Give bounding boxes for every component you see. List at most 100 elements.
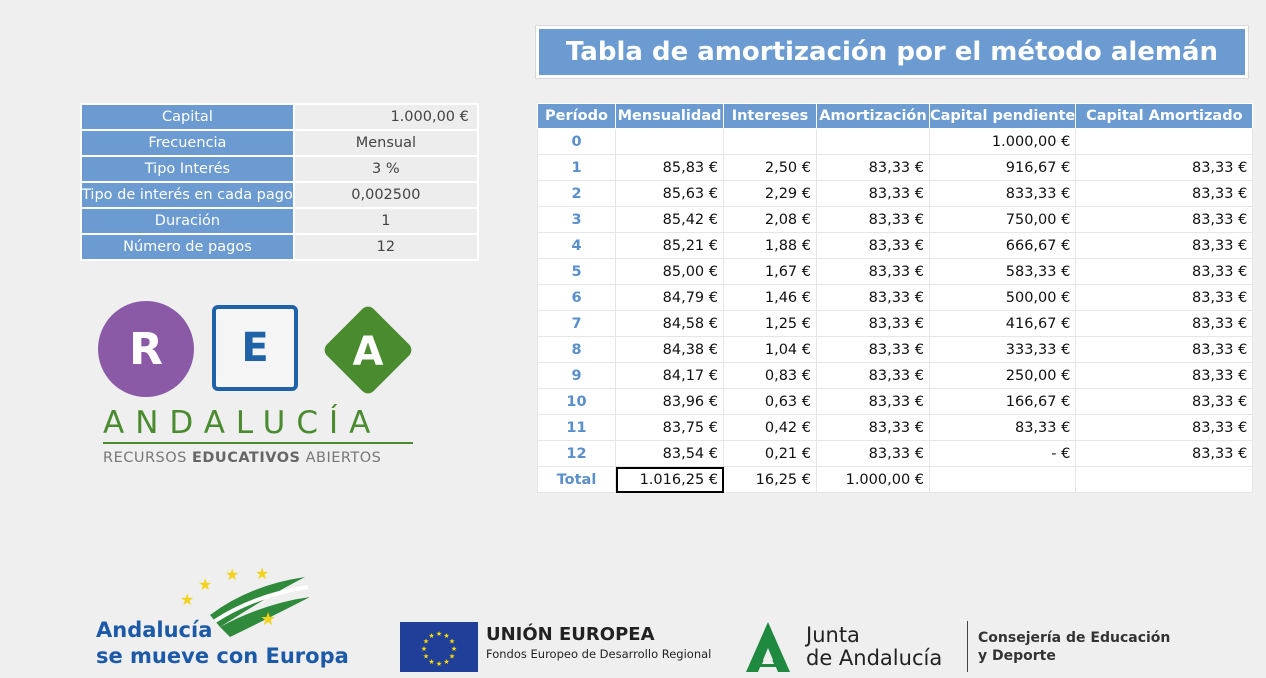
period-cell[interactable]: 2 <box>537 180 616 207</box>
table-cell[interactable]: 1,25 € <box>723 310 817 337</box>
table-cell[interactable]: 1,67 € <box>723 258 817 285</box>
table-cell[interactable]: 83,33 € <box>1075 284 1254 311</box>
table-cell[interactable]: 85,00 € <box>615 258 724 285</box>
table-cell[interactable]: 83,33 € <box>1075 310 1254 337</box>
table-cell[interactable]: 250,00 € <box>928 362 1077 389</box>
table-cell[interactable]: 916,67 € <box>928 154 1077 181</box>
total-cell[interactable] <box>928 466 1077 493</box>
table-cell[interactable]: 83,33 € <box>1075 440 1254 467</box>
table-cell[interactable]: - € <box>928 440 1077 467</box>
period-cell[interactable]: 11 <box>537 414 616 441</box>
table-cell[interactable]: 1.000,00 € <box>928 128 1077 155</box>
period-cell[interactable]: 1 <box>537 154 616 181</box>
table-cell[interactable]: 666,67 € <box>928 232 1077 259</box>
table-cell[interactable]: 83,33 € <box>816 258 930 285</box>
table-cell[interactable]: 83,33 € <box>1075 336 1254 363</box>
table-cell[interactable]: 83,96 € <box>615 388 724 415</box>
param-value[interactable]: 0,002500 <box>292 181 479 209</box>
table-cell[interactable]: 1,46 € <box>723 284 817 311</box>
period-cell[interactable]: 8 <box>537 336 616 363</box>
total-cell[interactable]: 16,25 € <box>723 466 817 493</box>
table-cell[interactable]: 2,50 € <box>723 154 817 181</box>
table-cell[interactable] <box>816 128 930 155</box>
param-value[interactable]: Mensual <box>292 129 479 157</box>
column-header[interactable]: Amortización <box>816 103 930 129</box>
table-cell[interactable]: 83,33 € <box>1075 414 1254 441</box>
table-cell[interactable]: 333,33 € <box>928 336 1077 363</box>
period-cell[interactable]: 3 <box>537 206 616 233</box>
period-cell[interactable]: 6 <box>537 284 616 311</box>
table-cell[interactable]: 83,33 € <box>816 232 930 259</box>
column-header[interactable]: Intereses <box>723 103 817 129</box>
table-cell[interactable]: 83,33 € <box>816 440 930 467</box>
table-cell[interactable]: 83,33 € <box>1075 258 1254 285</box>
table-cell[interactable] <box>1075 128 1254 155</box>
table-cell[interactable]: 83,33 € <box>816 284 930 311</box>
param-value[interactable]: 1.000,00 € <box>292 103 479 131</box>
total-cell[interactable]: 1.016,25 € <box>615 466 724 493</box>
table-cell[interactable]: 84,79 € <box>615 284 724 311</box>
table-cell[interactable]: 83,33 € <box>1075 362 1254 389</box>
table-cell[interactable]: 83,33 € <box>816 310 930 337</box>
table-cell[interactable]: 85,63 € <box>615 180 724 207</box>
table-cell[interactable]: 0,63 € <box>723 388 817 415</box>
table-cell[interactable]: 84,17 € <box>615 362 724 389</box>
column-header[interactable]: Período <box>537 103 616 129</box>
table-cell[interactable]: 83,33 € <box>816 180 930 207</box>
table-cell[interactable] <box>615 128 724 155</box>
param-label[interactable]: Tipo de interés en cada pago <box>80 181 295 209</box>
table-cell[interactable]: 416,67 € <box>928 310 1077 337</box>
param-value[interactable]: 3 % <box>292 155 479 183</box>
table-cell[interactable] <box>723 128 817 155</box>
table-cell[interactable]: 83,75 € <box>615 414 724 441</box>
table-cell[interactable]: 0,21 € <box>723 440 817 467</box>
table-cell[interactable]: 83,33 € <box>816 154 930 181</box>
table-cell[interactable]: 2,29 € <box>723 180 817 207</box>
table-cell[interactable]: 83,33 € <box>1075 388 1254 415</box>
table-cell[interactable]: 83,33 € <box>1075 154 1254 181</box>
table-cell[interactable]: 83,33 € <box>1075 180 1254 207</box>
table-cell[interactable]: 83,33 € <box>816 206 930 233</box>
table-cell[interactable]: 833,33 € <box>928 180 1077 207</box>
table-cell[interactable]: 83,33 € <box>1075 206 1254 233</box>
column-header[interactable]: Mensualidad <box>615 103 724 129</box>
table-cell[interactable]: 1,88 € <box>723 232 817 259</box>
table-cell[interactable]: 83,54 € <box>615 440 724 467</box>
table-cell[interactable]: 83,33 € <box>928 414 1077 441</box>
column-header[interactable]: Capital Amortizado <box>1075 103 1254 129</box>
table-cell[interactable]: 85,21 € <box>615 232 724 259</box>
table-cell[interactable]: 1,04 € <box>723 336 817 363</box>
table-cell[interactable]: 83,33 € <box>816 414 930 441</box>
table-cell[interactable]: 83,33 € <box>816 388 930 415</box>
param-label[interactable]: Frecuencia <box>80 129 295 157</box>
param-label[interactable]: Tipo Interés <box>80 155 295 183</box>
table-cell[interactable]: 84,58 € <box>615 310 724 337</box>
param-label[interactable]: Capital <box>80 103 295 131</box>
column-header[interactable]: Capital pendiente <box>928 103 1077 129</box>
period-cell[interactable]: 4 <box>537 232 616 259</box>
table-cell[interactable]: 83,33 € <box>816 362 930 389</box>
table-cell[interactable]: 84,38 € <box>615 336 724 363</box>
table-cell[interactable]: 0,83 € <box>723 362 817 389</box>
period-cell[interactable]: 0 <box>537 128 616 155</box>
total-cell[interactable]: 1.000,00 € <box>816 466 930 493</box>
period-cell[interactable]: 5 <box>537 258 616 285</box>
period-cell[interactable]: 9 <box>537 362 616 389</box>
table-cell[interactable]: 0,42 € <box>723 414 817 441</box>
period-cell[interactable]: 12 <box>537 440 616 467</box>
table-cell[interactable]: 83,33 € <box>1075 232 1254 259</box>
table-cell[interactable]: 2,08 € <box>723 206 817 233</box>
table-cell[interactable]: 500,00 € <box>928 284 1077 311</box>
table-cell[interactable]: 85,42 € <box>615 206 724 233</box>
table-cell[interactable]: 583,33 € <box>928 258 1077 285</box>
param-label[interactable]: Número de pagos <box>80 233 295 261</box>
total-label[interactable]: Total <box>537 466 616 493</box>
table-cell[interactable]: 83,33 € <box>816 336 930 363</box>
table-cell[interactable]: 750,00 € <box>928 206 1077 233</box>
period-cell[interactable]: 7 <box>537 310 616 337</box>
param-value[interactable]: 12 <box>292 233 479 261</box>
table-cell[interactable]: 85,83 € <box>615 154 724 181</box>
total-cell[interactable] <box>1075 466 1254 493</box>
table-cell[interactable]: 166,67 € <box>928 388 1077 415</box>
param-value[interactable]: 1 <box>292 207 479 235</box>
